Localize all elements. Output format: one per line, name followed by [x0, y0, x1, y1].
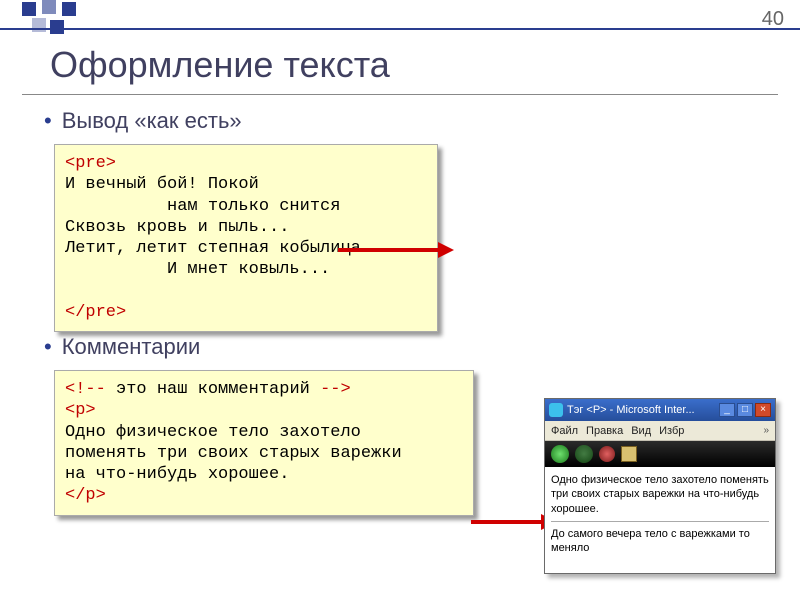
pre-open-tag: <pre> [65, 154, 116, 173]
home-button-icon[interactable] [621, 446, 637, 462]
browser-titlebar[interactable]: Тэг <P> - Microsoft Inter... _ □ × [545, 399, 775, 421]
slide-title: Оформление текста [50, 44, 390, 86]
p-close-tag: </p> [65, 486, 106, 505]
browser-preview-window: Тэг <P> - Microsoft Inter... _ □ × Файл … [544, 398, 776, 574]
forward-button-icon[interactable] [575, 445, 593, 463]
maximize-button[interactable]: □ [737, 403, 753, 417]
pre-body: И вечный бой! Покой нам только снится Ск… [65, 175, 361, 279]
browser-content: Одно физическое тело захотело поменять т… [545, 467, 775, 573]
rendered-para-1: Одно физическое тело захотело поменять т… [551, 473, 769, 516]
browser-toolbar [545, 441, 775, 467]
menu-edit[interactable]: Правка [586, 425, 623, 437]
rendered-para-2: До самого вечера тело с варежками то мен… [551, 527, 769, 556]
menu-file[interactable]: Файл [551, 425, 578, 437]
minimize-button[interactable]: _ [719, 403, 735, 417]
menu-overflow-icon[interactable]: » [763, 425, 769, 436]
menu-view[interactable]: Вид [631, 425, 651, 437]
close-button[interactable]: × [755, 403, 771, 417]
comment-open: <!-- [65, 380, 106, 399]
back-button-icon[interactable] [551, 445, 569, 463]
p-body: Одно физическое тело захотело поменять т… [65, 423, 402, 485]
pre-close-tag: </pre> [65, 303, 126, 322]
comment-text: это наш комментарий [106, 380, 320, 399]
browser-title: Тэг <P> - Microsoft Inter... [567, 404, 717, 416]
content-divider [551, 521, 769, 522]
p-open-tag: <p> [65, 401, 96, 420]
browser-menubar[interactable]: Файл Правка Вид Избр » [545, 421, 775, 441]
bullet-output-as-is: Вывод «как есть» [44, 108, 242, 134]
bullet-comments: Комментарии [44, 334, 200, 360]
menu-fav[interactable]: Избр [659, 425, 684, 437]
code-block-comment: <!-- это наш комментарий --> <p> Одно фи… [54, 370, 474, 516]
page-number: 40 [762, 8, 784, 31]
stop-button-icon[interactable] [599, 446, 615, 462]
top-rule [0, 0, 800, 30]
code-block-pre: <pre> И вечный бой! Покой нам только сни… [54, 144, 438, 332]
ie-icon [549, 403, 563, 417]
title-underline [22, 94, 778, 95]
comment-close: --> [320, 380, 351, 399]
